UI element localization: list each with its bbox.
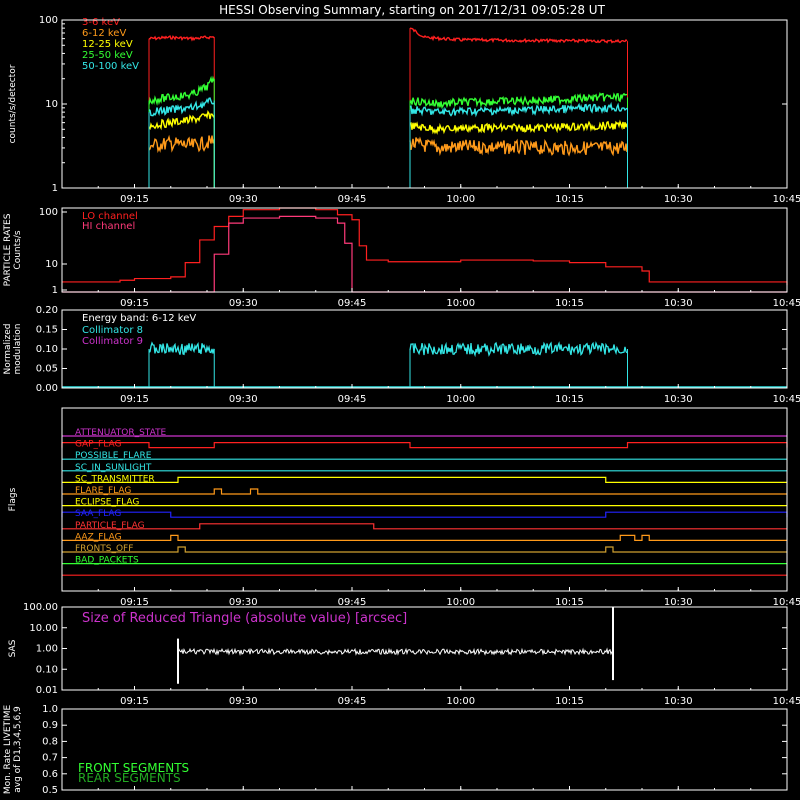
flag-label: BAD_PACKETS [75,556,139,566]
x-tick-label: 10:30 [664,298,693,309]
y-tick-label: 0.15 [36,325,58,336]
energy-band-annotation: Energy band: 6-12 keV [82,313,196,324]
flag-label: FLARE_FLAG [75,486,131,496]
y-axis-label: Mon. Rate LIVETIME [3,705,13,795]
x-tick-label: 09:15 [120,597,149,608]
x-tick-label: 10:00 [446,394,475,405]
x-tick-label: 09:30 [229,394,258,405]
flag-label: AAZ_FLAG [75,532,122,542]
legend-6-12-keV: 6-12 keV [82,28,126,39]
flag-label: ECLIPSE_FLAG [75,498,139,508]
x-tick-label: 09:15 [120,696,149,707]
flag-label: SC_IN_SUNLIGHT [75,463,152,473]
flag-label: FRONTS_OFF [75,544,133,554]
x-tick-label: 10:30 [664,194,693,205]
y-axis-label: counts/s/detector [8,64,18,143]
x-tick-label: 10:15 [555,597,584,608]
flag-label: ATTENUATOR_STATE [75,428,167,438]
flag-label: PARTICLE_FLAG [75,521,145,531]
legend-Collimator-8: Collimator 8 [82,325,143,336]
y-axis-label: avg of D1,3,4,5,6,9 [13,706,23,793]
y-tick-label: 100.00 [23,602,58,613]
y-tick-label: 0.7 [42,753,58,764]
x-tick-label: 10:00 [446,597,475,608]
y-tick-label: 0.00 [36,383,58,394]
legend-Collimator-9: Collimator 9 [82,336,143,347]
legend-12-25-keV: 12-25 keV [82,39,133,50]
x-tick-label: 09:30 [229,298,258,309]
y-tick-label: 0.6 [42,769,58,780]
y-tick-label: 100 [39,15,58,26]
x-tick-label: 10:30 [664,696,693,707]
x-tick-label: 10:45 [773,597,800,608]
x-tick-label: 09:45 [338,394,367,405]
y-tick-label: 1 [52,285,58,296]
x-tick-label: 10:30 [664,597,693,608]
y-axis-label: Flags [8,487,18,511]
y-tick-label: 1 [52,183,58,194]
legend-3-6-keV: 3-6 keV [82,17,120,28]
x-tick-label: 10:00 [446,298,475,309]
y-axis-label: modulation [13,324,23,375]
y-tick-label: 0.01 [36,685,58,696]
y-axis-label: PARTICLE RATES [3,213,13,286]
x-tick-label: 10:30 [664,394,693,405]
x-tick-label: 09:45 [338,696,367,707]
y-tick-label: 10 [45,259,58,270]
x-tick-label: 09:30 [229,194,258,205]
y-axis-label: Normalized [3,323,13,374]
x-tick-label: 10:45 [773,696,800,707]
x-tick-label: 10:00 [446,696,475,707]
x-tick-label: 10:15 [555,298,584,309]
x-tick-label: 10:15 [555,394,584,405]
flag-label: POSSIBLE_FLARE [75,451,152,461]
figure-title: HESSI Observing Summary, starting on 201… [219,3,605,17]
x-tick-label: 09:45 [338,298,367,309]
x-tick-label: 09:45 [338,597,367,608]
x-tick-label: 09:30 [229,597,258,608]
x-tick-label: 10:45 [773,394,800,405]
y-axis-label: SAS [8,639,18,657]
y-tick-label: 10 [45,99,58,110]
y-tick-label: 1.0 [42,704,58,715]
sas-annotation: Size of Reduced Triangle (absolute value… [82,611,407,626]
legend-50-100-keV: 50-100 keV [82,61,139,72]
x-tick-label: 10:15 [555,696,584,707]
hessi-summary-figure: HESSI Observing Summary, starting on 201… [0,0,800,800]
y-tick-label: 1.00 [36,644,58,655]
y-axis-label: Counts/s [13,230,23,269]
x-tick-label: 09:15 [120,298,149,309]
y-tick-label: 100 [39,207,58,218]
y-tick-label: 10.00 [29,623,58,634]
legend-25-50-keV: 25-50 keV [82,50,133,61]
y-tick-label: 0.05 [36,364,58,375]
legend-HI-channel: HI channel [82,221,135,232]
y-tick-label: 0.8 [42,736,58,747]
y-tick-label: 0.10 [36,344,58,355]
x-tick-label: 09:15 [120,394,149,405]
y-tick-label: 0.10 [36,664,58,675]
x-tick-label: 09:45 [338,194,367,205]
flag-label: GAP_FLAG [75,440,121,450]
y-tick-label: 0.5 [42,785,58,796]
flag-label: SAA_FLAG [75,509,121,519]
x-tick-label: 10:00 [446,194,475,205]
x-tick-label: 10:15 [555,194,584,205]
y-tick-label: 0.9 [42,720,58,731]
flag-label: SC_TRANSMITTER [75,474,155,484]
x-tick-label: 09:15 [120,194,149,205]
x-tick-label: 10:45 [773,194,800,205]
y-tick-label: 0.20 [36,305,58,316]
x-tick-label: 09:30 [229,696,258,707]
x-tick-label: 10:45 [773,298,800,309]
legend-REAR-SEGMENTS: REAR SEGMENTS [78,771,181,785]
